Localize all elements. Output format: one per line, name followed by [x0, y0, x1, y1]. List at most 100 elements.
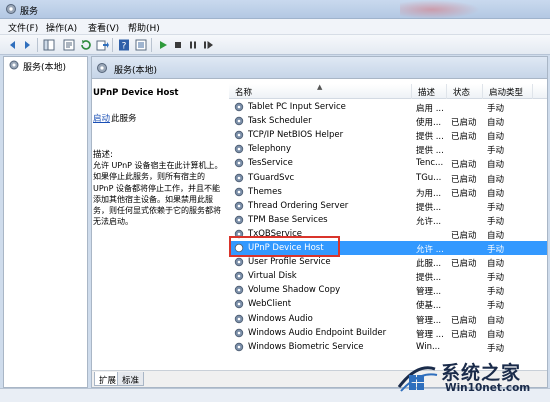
service-gear-icon — [234, 328, 244, 337]
service-description: 管理 ... — [416, 329, 444, 340]
service-description: 为用... — [416, 188, 442, 199]
watermark-logo — [397, 366, 438, 392]
service-startup-type: 手动 — [487, 301, 505, 312]
service-startup-type: 自动 — [487, 188, 505, 199]
refresh-icon[interactable] — [79, 38, 93, 52]
service-row[interactable]: TPM Base Services 允许... 手动 — [229, 213, 547, 227]
service-name: WebClient — [248, 299, 292, 310]
tab-standard[interactable]: 标准 — [117, 372, 145, 386]
service-row[interactable]: Telephony 提供 ... 手动 — [229, 142, 547, 156]
service-startup-type: 手动 — [487, 104, 505, 114]
service-name: Thread Ordering Server — [248, 200, 349, 211]
service-gear-icon — [234, 314, 244, 323]
service-description: Win... — [416, 341, 441, 352]
service-description: 提供 ... — [416, 132, 444, 143]
service-row[interactable]: TCP/IP NetBIOS Helper 提供 ... 已启动 自动 — [229, 128, 547, 142]
service-startup-type: 自动 — [487, 132, 505, 143]
menu-help[interactable]: 帮助(H) — [128, 21, 160, 34]
service-row[interactable]: Themes 为用... 已启动 自动 — [229, 185, 547, 199]
service-gear-icon — [234, 102, 244, 112]
stop-icon[interactable] — [171, 38, 185, 52]
play-icon[interactable] — [156, 38, 170, 52]
service-description: 管理... — [416, 287, 442, 298]
console-tree-icon[interactable] — [42, 38, 56, 52]
service-row[interactable]: Thread Ordering Server 提供... 手动 — [229, 199, 547, 213]
service-description: 提供... — [416, 202, 442, 213]
service-status: 已启动 — [451, 160, 477, 171]
service-row[interactable]: TxQBService 已启动 自动 — [229, 227, 547, 241]
svg-text:?: ? — [122, 42, 127, 52]
content-title: 服务(本地) — [114, 66, 158, 76]
service-name: Task Scheduler — [248, 116, 312, 127]
column-header-startup-type[interactable]: 启动类型 — [483, 84, 533, 99]
menu-action[interactable]: 操作(A) — [46, 21, 77, 34]
column-name-label: 名称 — [235, 88, 253, 98]
service-status: 已启动 — [451, 118, 477, 129]
start-service-suffix: 此服务 — [111, 114, 137, 124]
services-icon — [6, 4, 16, 14]
column-header-name[interactable]: 名称 ▲ — [229, 84, 412, 99]
service-row[interactable]: Windows Audio Endpoint Builder 管理 ... 已启动自… — [229, 326, 547, 340]
service-row[interactable]: Windows Biometric Service Win... 手动 — [229, 340, 547, 354]
service-name: User Profile Service — [248, 257, 331, 268]
toolbar: ? — [0, 35, 550, 55]
gear-icon — [9, 60, 19, 70]
service-status: 已启动 — [451, 132, 477, 143]
service-startup-type: 手动 — [487, 216, 505, 227]
export-icon[interactable] — [95, 38, 109, 52]
help-icon[interactable]: ? — [117, 38, 131, 52]
title-bar: 服务 — [0, 0, 550, 19]
service-description: 此服... — [416, 259, 442, 270]
service-name: TxQBService — [248, 228, 303, 239]
sort-up-icon: ▲ — [317, 84, 323, 91]
restart-icon[interactable] — [201, 38, 215, 52]
service-row[interactable]: TGuardSvc TGu... 已启动 自动 — [229, 171, 547, 185]
service-startup-type: 手动 — [487, 273, 505, 284]
service-startup-type: 手动 — [487, 146, 505, 157]
service-row[interactable]: Virtual Disk 提供... 手动 — [229, 269, 547, 283]
service-name: Themes — [248, 186, 282, 197]
service-row[interactable]: Tablet PC Input Service 启用 ... 手动 — [229, 100, 547, 114]
service-gear-icon — [234, 173, 244, 182]
service-row[interactable]: TesService Tenc... 已启动 自动 — [229, 156, 547, 170]
properties-view-icon[interactable] — [134, 38, 148, 52]
forward-icon[interactable] — [20, 38, 34, 52]
service-status: 已启动 — [451, 259, 477, 270]
service-gear-icon — [234, 243, 244, 253]
menu-view[interactable]: 查看(V) — [88, 21, 119, 34]
menu-file[interactable]: 文件(F) — [8, 21, 38, 34]
service-row[interactable]: WebClient 使基... 手动 — [229, 297, 547, 311]
service-status: 已启动 — [451, 329, 477, 340]
service-row[interactable]: Windows Audio 管理... 已启动 自动 — [229, 312, 547, 326]
back-icon[interactable] — [6, 38, 20, 52]
column-header-description[interactable]: 描述 — [412, 84, 447, 99]
watermark-chinese: 系统之家 — [441, 362, 522, 384]
service-status: 已启动 — [451, 174, 477, 185]
service-startup-type: 自动 — [487, 160, 505, 171]
service-description: TGu... — [416, 172, 442, 183]
service-startup-type: 自动 — [487, 315, 505, 326]
service-name: Virtual Disk — [248, 271, 297, 282]
service-gear-icon — [234, 187, 244, 196]
service-startup-type: 自动 — [487, 174, 505, 185]
service-name: UPnP Device Host — [248, 243, 324, 253]
service-description: 允许 ... — [416, 245, 444, 255]
service-gear-icon — [234, 201, 244, 210]
start-service-link[interactable]: 启动 — [93, 112, 110, 124]
pause-icon[interactable] — [186, 38, 200, 52]
background-ghost — [400, 0, 480, 19]
menu-bar: 文件(F) 操作(A) 查看(V) 帮助(H) — [0, 19, 550, 35]
service-row[interactable]: User Profile Service 此服... 已启动 自动 — [229, 255, 547, 269]
service-row[interactable]: UPnP Device Host 允许 ... 手动 — [229, 241, 547, 255]
tree-item-services-local[interactable]: 服务(本地) — [23, 60, 66, 73]
service-gear-icon — [234, 116, 244, 126]
properties-icon[interactable] — [62, 38, 76, 52]
service-startup-type: 自动 — [487, 230, 505, 241]
service-row[interactable]: Volume Shadow Copy 管理... 手动 — [229, 283, 547, 297]
column-header-status[interactable]: 状态 — [447, 84, 483, 99]
service-gear-icon — [234, 159, 244, 168]
service-row[interactable]: Task Scheduler 使用... 已启动 自动 — [229, 114, 547, 128]
service-description: Tenc... — [416, 158, 444, 169]
watermark: 系统之家 Win10net.com — [395, 355, 550, 402]
description-label: 描述: — [93, 150, 113, 160]
